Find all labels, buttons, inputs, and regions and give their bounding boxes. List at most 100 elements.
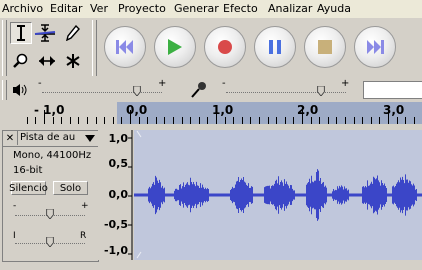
ruler-tick (70, 117, 71, 124)
menu-ver[interactable]: Ver (90, 2, 108, 15)
menu-analizar[interactable]: Analizar (268, 2, 312, 15)
double-arrow-icon (39, 56, 55, 66)
skip-start-icon (116, 40, 133, 54)
menu-editar[interactable]: Editar (50, 2, 83, 15)
ruler-tick (397, 117, 398, 124)
ruler-tick (302, 110, 303, 124)
skip-to-end-button[interactable] (354, 26, 396, 68)
selection-tool[interactable] (10, 22, 32, 44)
menu-generar[interactable]: Generar (174, 2, 219, 15)
ruler-tick (121, 117, 122, 124)
input-volume-track[interactable] (226, 92, 346, 93)
gain-plus-label: + (81, 201, 89, 211)
magnifier-icon (13, 53, 28, 68)
ruler-tick (259, 117, 260, 124)
menu-efecto[interactable]: Efecto (223, 2, 258, 15)
ruler-tick (164, 117, 165, 124)
menu-bar: Archivo Editar Ver Proyecto Generar Efec… (0, 0, 422, 18)
pan-slider[interactable] (46, 237, 54, 247)
output-volume-minus: - (38, 78, 42, 89)
menu-proyecto[interactable]: Proyecto (118, 2, 166, 15)
ruler-label: 3,0 (383, 103, 405, 117)
input-volume-slider[interactable] (317, 86, 325, 96)
ruler-selection (117, 102, 422, 124)
pan-left-label: I (13, 231, 16, 241)
pause-button[interactable] (254, 26, 296, 68)
mixer-toolbar: - + - + (0, 78, 422, 102)
ruler-tick (371, 117, 372, 124)
amplitude-ticks (128, 130, 133, 260)
ruler-tick (53, 117, 54, 124)
timeline-ruler[interactable]: - 1,0 0,0 1,0 2,0 3,0 (0, 102, 422, 125)
output-volume-plus: + (158, 78, 167, 89)
track-close-button[interactable]: ✕ (3, 131, 18, 145)
ruler-tick (96, 117, 97, 124)
multi-tool[interactable] (62, 50, 84, 72)
ruler-label: 2,0 (297, 103, 319, 117)
timeshift-tool[interactable] (36, 50, 58, 72)
ruler-tick (414, 117, 415, 124)
solo-button[interactable]: Solo (53, 181, 88, 195)
input-volume-minus: - (222, 78, 226, 89)
draw-tool[interactable] (62, 22, 84, 44)
pan-right-label: R (80, 231, 87, 241)
stop-button[interactable] (304, 26, 346, 68)
ruler-tick (113, 117, 114, 124)
ruler-tick (199, 117, 200, 124)
skip-end-icon (367, 40, 384, 54)
input-volume-plus: + (341, 78, 350, 89)
pencil-icon (66, 25, 80, 41)
zoom-tool[interactable] (10, 50, 32, 72)
ruler-tick (345, 117, 346, 124)
menu-ayuda[interactable]: Ayuda (317, 2, 351, 15)
track-bitdepth-info: 16-bit (13, 165, 43, 176)
ruler-tick (216, 110, 217, 124)
ruler-tick (225, 117, 226, 124)
ruler-tick (319, 117, 320, 124)
toolbar-grip[interactable] (2, 20, 7, 76)
ruler-tick (242, 117, 243, 124)
pause-icon (269, 40, 281, 54)
gain-slider[interactable] (46, 209, 54, 219)
ruler-tick (354, 117, 355, 124)
transport-grip[interactable] (92, 20, 97, 76)
speaker-icon (13, 84, 27, 96)
ruler-tick (61, 117, 62, 124)
ruler-label: - 1,0 (34, 103, 65, 117)
stop-icon (318, 40, 332, 54)
mute-button[interactable]: Silencio (9, 181, 48, 195)
record-button[interactable] (204, 26, 246, 68)
play-icon (168, 39, 182, 55)
asterisk-icon (66, 54, 80, 68)
envelope-tool[interactable] (34, 22, 56, 44)
track-rate-info: Mono, 44100Hz (13, 150, 92, 161)
menu-archivo[interactable]: Archivo (2, 2, 43, 15)
ruler-tick (276, 117, 277, 124)
ruler-tick (139, 117, 140, 124)
output-volume-slider[interactable] (133, 86, 141, 96)
ruler-tick (285, 117, 286, 124)
play-button[interactable] (154, 26, 196, 68)
ruler-tick (173, 117, 174, 124)
ruler-tick (268, 117, 269, 124)
skip-to-start-button[interactable] (104, 26, 146, 68)
ruler-tick (207, 117, 208, 124)
ruler-tick (35, 117, 36, 124)
ruler-tick (104, 117, 105, 124)
ruler-tick (233, 117, 234, 124)
output-volume-track[interactable] (42, 92, 162, 93)
ruler-tick (87, 117, 88, 124)
track-header: ✕ Pista de au (3, 131, 98, 147)
ruler-tick (293, 117, 294, 124)
mixer-grip[interactable] (2, 80, 7, 100)
microphone-icon (191, 82, 206, 98)
waveform-view[interactable] (134, 130, 422, 260)
ruler-tick (250, 117, 251, 124)
track-control-panel: ✕ Pista de au Mono, 44100Hz 16-bit Silen… (2, 130, 99, 262)
ruler-tick (182, 117, 183, 124)
ruler-tick (405, 117, 406, 124)
ruler-tick (190, 117, 191, 124)
amplitude-ruler: 1,0 0,5 0,0 -0,5 -1,0 (98, 130, 134, 260)
toolbar (0, 18, 422, 78)
input-source-select[interactable] (363, 81, 422, 99)
